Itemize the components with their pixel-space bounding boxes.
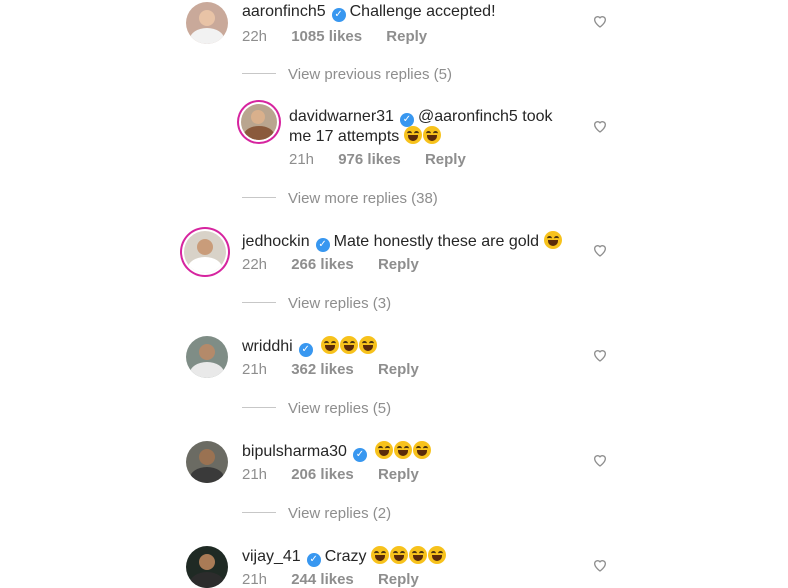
comment-text: Challenge accepted! bbox=[349, 3, 496, 20]
verified-badge-icon: ✓ bbox=[315, 238, 330, 252]
verified-badge-icon: ✓ bbox=[399, 113, 414, 127]
comment-likes[interactable]: 206 likes bbox=[291, 466, 354, 483]
avatar[interactable] bbox=[186, 546, 228, 588]
laughing-emoji-icon bbox=[370, 546, 389, 564]
comment-time: 21h bbox=[242, 361, 268, 378]
verified-badge-icon: ✓ bbox=[306, 553, 321, 567]
comment-time: 21h bbox=[289, 151, 315, 168]
view-replies[interactable]: View replies (2) bbox=[242, 505, 391, 522]
reply-button[interactable]: Reply bbox=[378, 361, 419, 378]
comment-text: Mate honestly these are gold bbox=[333, 233, 540, 250]
heart-outline-icon[interactable] bbox=[592, 118, 608, 134]
comment-text-continued: me 17 attempts bbox=[289, 128, 400, 145]
comment-likes[interactable]: 362 likes bbox=[291, 361, 354, 378]
view-more-replies[interactable]: View more replies (38) bbox=[242, 190, 438, 207]
comment-username[interactable]: davidwarner31 bbox=[289, 108, 394, 125]
reply-button[interactable]: Reply bbox=[378, 466, 419, 483]
laughing-emoji-icon bbox=[408, 546, 427, 564]
avatar[interactable] bbox=[186, 336, 228, 378]
heart-outline-icon[interactable] bbox=[592, 13, 608, 29]
comment-username[interactable]: vijay_41 bbox=[242, 548, 301, 565]
laughing-emoji-icon bbox=[340, 336, 359, 354]
comment-likes[interactable]: 244 likes bbox=[291, 571, 354, 588]
view-replies[interactable]: View replies (5) bbox=[242, 400, 391, 417]
verified-badge-icon: ✓ bbox=[352, 448, 367, 462]
comment-time: 22h bbox=[242, 28, 268, 45]
laughing-emoji-icon bbox=[375, 441, 394, 459]
comment-username[interactable]: wriddhi bbox=[242, 338, 293, 355]
laughing-emoji-icon bbox=[359, 336, 378, 354]
reply-button[interactable]: Reply bbox=[378, 256, 419, 273]
reply-button[interactable]: Reply bbox=[378, 571, 419, 588]
heart-outline-icon[interactable] bbox=[592, 452, 608, 468]
laughing-emoji-icon bbox=[403, 126, 422, 144]
comment-username[interactable]: aaronfinch5 bbox=[242, 3, 326, 20]
heart-outline-icon[interactable] bbox=[592, 557, 608, 573]
comment-time: 22h bbox=[242, 256, 268, 273]
comment-likes[interactable]: 1085 likes bbox=[291, 28, 362, 45]
comment-likes[interactable]: 976 likes bbox=[338, 151, 401, 168]
comment-likes[interactable]: 266 likes bbox=[291, 256, 354, 273]
verified-badge-icon: ✓ bbox=[331, 8, 346, 22]
comment-text: Crazy bbox=[324, 548, 367, 565]
avatar[interactable] bbox=[241, 104, 277, 140]
comment-username[interactable]: jedhockin bbox=[242, 233, 310, 250]
laughing-emoji-icon bbox=[394, 441, 413, 459]
laughing-emoji-icon bbox=[413, 441, 432, 459]
reply-button[interactable]: Reply bbox=[386, 28, 427, 45]
view-replies[interactable]: View replies (3) bbox=[242, 295, 391, 312]
laughing-emoji-icon bbox=[422, 126, 441, 144]
heart-outline-icon[interactable] bbox=[592, 347, 608, 363]
comment-time: 21h bbox=[242, 466, 268, 483]
comment-time: 21h bbox=[242, 571, 268, 588]
avatar[interactable] bbox=[186, 2, 228, 44]
avatar[interactable] bbox=[186, 441, 228, 483]
laughing-emoji-icon bbox=[321, 336, 340, 354]
laughing-emoji-icon bbox=[543, 231, 562, 249]
comment-username[interactable]: bipulsharma30 bbox=[242, 443, 347, 460]
comment-text: @aaronfinch5 took bbox=[417, 108, 553, 125]
avatar[interactable] bbox=[184, 231, 226, 273]
verified-badge-icon: ✓ bbox=[298, 343, 313, 357]
laughing-emoji-icon bbox=[389, 546, 408, 564]
view-previous-replies[interactable]: View previous replies (5) bbox=[242, 66, 452, 83]
reply-button[interactable]: Reply bbox=[425, 151, 466, 168]
laughing-emoji-icon bbox=[427, 546, 446, 564]
heart-outline-icon[interactable] bbox=[592, 242, 608, 258]
